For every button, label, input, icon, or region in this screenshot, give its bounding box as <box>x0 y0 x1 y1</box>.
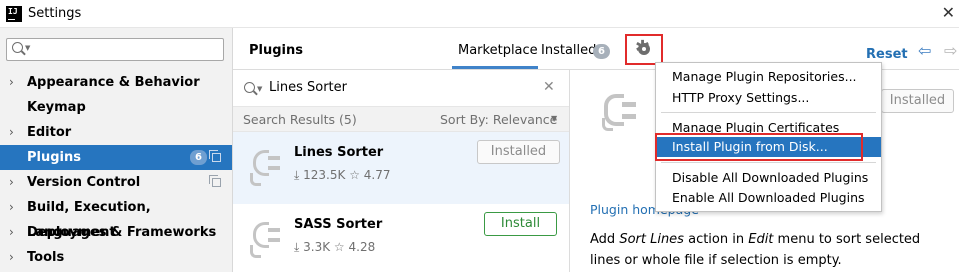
installed-button[interactable]: Installed <box>477 140 560 164</box>
sort-dropdown[interactable]: Sort By: Relevance <box>440 112 557 127</box>
title-bar: IJ Settings ✕ <box>0 0 959 28</box>
dropdown-caret-icon: ▼ <box>257 85 263 93</box>
chevron-right-icon[interactable]: › <box>9 195 14 220</box>
sidebar-item-editor[interactable]: › Editor <box>0 120 232 145</box>
download-count: 3.3K <box>303 240 331 254</box>
dropdown-caret-icon: ▼ <box>25 44 31 52</box>
settings-sidebar: ▼ › Appearance & Behavior Keymap › Edito… <box>0 28 233 272</box>
settings-search-input[interactable]: ▼ <box>6 38 224 61</box>
plugin-search-input[interactable]: Lines Sorter <box>269 80 347 95</box>
back-arrow-icon[interactable]: ⇦ <box>918 41 931 60</box>
download-icon: ⤓ <box>294 240 300 254</box>
sidebar-item-languages-frameworks[interactable]: › Languages & Frameworks <box>0 220 232 245</box>
sidebar-item-label: Tools <box>27 250 65 265</box>
gear-icon[interactable] <box>635 37 650 58</box>
sidebar-item-appearance-behavior[interactable]: › Appearance & Behavior <box>0 70 232 95</box>
menu-separator <box>661 112 876 113</box>
download-count: 123.5K <box>303 168 346 182</box>
menu-separator <box>661 162 876 163</box>
menu-item-enable-all[interactable]: Enable All Downloaded Plugins <box>656 188 881 208</box>
forward-arrow-icon[interactable]: ⇨ <box>944 41 957 60</box>
sidebar-item-label: Appearance & Behavior <box>27 75 200 90</box>
chevron-right-icon[interactable]: › <box>9 170 14 195</box>
close-icon[interactable]: ✕ <box>942 3 955 22</box>
plugin-list-item[interactable]: Lines Sorter ⤓ 123.5K ☆ 4.77 Installed <box>233 132 569 204</box>
star-icon: ☆ <box>349 168 360 182</box>
gear-button-highlight[interactable] <box>625 34 663 65</box>
detail-installed-button[interactable]: Installed <box>881 89 954 113</box>
plugin-name: Lines Sorter <box>294 145 384 160</box>
copy-icon <box>209 175 221 187</box>
plug-icon <box>592 92 636 132</box>
sidebar-item-label: Plugins <box>27 150 81 165</box>
sidebar-item-version-control[interactable]: › Version Control <box>0 170 232 195</box>
app-icon: IJ <box>6 6 22 22</box>
sidebar-item-label: Version Control <box>27 175 141 190</box>
search-icon <box>244 82 255 93</box>
chevron-right-icon[interactable]: › <box>9 220 14 245</box>
sidebar-item-build-execution-deployment[interactable]: › Build, Execution, Deployment <box>0 195 232 240</box>
install-from-disk-highlight <box>655 133 863 161</box>
results-count: Search Results (5) <box>243 112 357 127</box>
tab-installed[interactable]: Installed <box>541 43 596 58</box>
chevron-down-icon[interactable]: ▼ <box>551 114 557 123</box>
rating: 4.28 <box>348 240 376 254</box>
copy-icon <box>209 150 221 162</box>
plug-icon <box>243 218 281 258</box>
sidebar-item-tools[interactable]: › Tools <box>0 245 232 270</box>
sidebar-item-plugins[interactable]: Plugins 6 <box>0 145 232 170</box>
rating: 4.77 <box>363 168 391 182</box>
window-title: Settings <box>28 6 82 21</box>
plugin-stats: ⤓ 3.3K ☆ 4.28 <box>294 240 375 255</box>
plug-icon <box>243 146 281 186</box>
plugin-name: SASS Sorter <box>294 217 383 232</box>
plugin-description: Add Sort Lines action in Edit menu to so… <box>590 232 921 268</box>
results-bar: Search Results (5) Sort By: Relevance ▼ <box>233 106 569 132</box>
sidebar-item-label: Languages & Frameworks <box>27 225 217 240</box>
menu-item-disable-all[interactable]: Disable All Downloaded Plugins <box>656 168 881 188</box>
sidebar-item-label: Keymap <box>27 100 86 115</box>
reset-link[interactable]: Reset <box>866 47 908 62</box>
sidebar-item-label: Editor <box>27 125 72 140</box>
install-button[interactable]: Install <box>484 212 557 236</box>
sidebar-item-keymap[interactable]: Keymap <box>0 95 232 120</box>
plugins-count-badge: 6 <box>190 150 207 165</box>
star-icon: ☆ <box>333 240 345 254</box>
tab-marketplace[interactable]: Marketplace <box>458 43 538 58</box>
menu-item-manage-repositories[interactable]: Manage Plugin Repositories... <box>656 67 881 87</box>
plugin-stats: ⤓ 123.5K ☆ 4.77 <box>294 168 391 183</box>
chevron-right-icon[interactable]: › <box>9 120 14 145</box>
download-icon: ⤓ <box>294 168 300 182</box>
installed-count-badge: 6 <box>593 44 610 59</box>
plugin-list-item[interactable]: SASS Sorter ⤓ 3.3K ☆ 4.28 Install <box>233 204 569 272</box>
menu-item-http-proxy[interactable]: HTTP Proxy Settings... <box>656 88 881 108</box>
chevron-right-icon[interactable]: › <box>9 245 14 270</box>
chevron-right-icon[interactable]: › <box>9 70 14 95</box>
clear-icon[interactable]: ✕ <box>543 79 555 95</box>
plugin-list-pane: ▼ Lines Sorter ✕ Search Results (5) Sort… <box>233 70 570 272</box>
page-title: Plugins <box>249 43 303 58</box>
search-icon <box>12 42 23 53</box>
